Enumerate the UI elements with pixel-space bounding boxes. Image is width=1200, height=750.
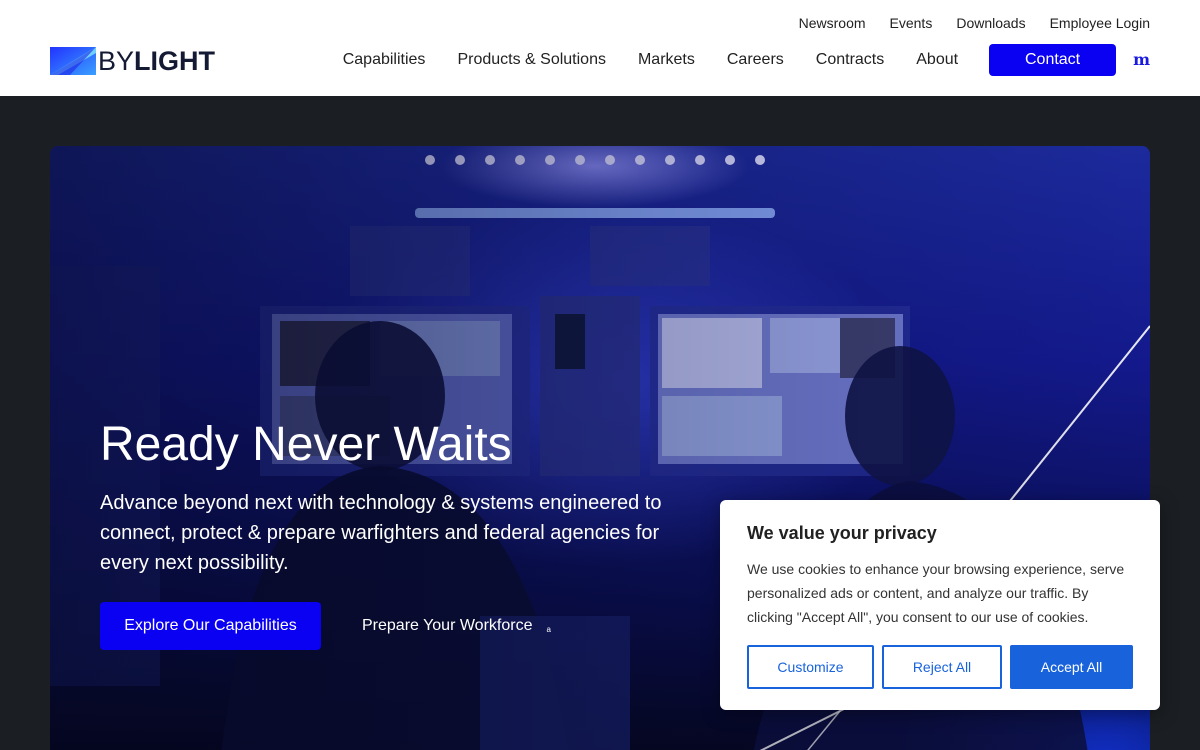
nav-item-about[interactable]: About bbox=[916, 44, 958, 76]
reject-all-button[interactable]: Reject All bbox=[882, 645, 1002, 689]
cookie-consent-dialog: We value your privacy We use cookies to … bbox=[720, 500, 1160, 710]
nav-item-products-solutions[interactable]: Products & Solutions bbox=[457, 44, 606, 76]
logo-light-text: LIGHT bbox=[134, 46, 216, 76]
utility-link-employee-login[interactable]: Employee Login bbox=[1050, 14, 1150, 32]
bylight-logo-mark-icon bbox=[50, 47, 96, 75]
utility-nav: Newsroom Events Downloads Employee Login bbox=[799, 14, 1150, 32]
contact-button[interactable]: Contact bbox=[989, 44, 1117, 76]
cookie-body-text: We use cookies to enhance your browsing … bbox=[747, 561, 1125, 625]
bylight-logo[interactable]: BYLIGHT bbox=[50, 47, 215, 75]
prepare-workforce-link[interactable]: Prepare Your Workforce a bbox=[362, 602, 551, 650]
prepare-workforce-label: Prepare Your Workforce bbox=[362, 617, 533, 634]
menu-icon[interactable]: m bbox=[1133, 44, 1150, 76]
nav-item-capabilities[interactable]: Capabilities bbox=[343, 44, 426, 76]
customize-button[interactable]: Customize bbox=[747, 645, 874, 689]
utility-link-events[interactable]: Events bbox=[890, 14, 933, 32]
hero-subtitle: Advance beyond next with technology & sy… bbox=[100, 492, 662, 574]
logo-by-text: BY bbox=[98, 46, 135, 76]
utility-link-downloads[interactable]: Downloads bbox=[956, 14, 1025, 32]
hero-title: Ready Never Waits bbox=[100, 418, 512, 471]
site-header: BYLIGHT Newsroom Events Downloads Employ… bbox=[0, 0, 1200, 96]
utility-link-newsroom[interactable]: Newsroom bbox=[799, 14, 866, 32]
accept-all-button[interactable]: Accept All bbox=[1010, 645, 1133, 689]
cookie-title: We value your privacy bbox=[747, 523, 937, 543]
cookie-button-row: Customize Reject All Accept All bbox=[747, 645, 1133, 689]
nav-item-markets[interactable]: Markets bbox=[638, 44, 695, 76]
explore-capabilities-button[interactable]: Explore Our Capabilities bbox=[100, 602, 321, 650]
main-nav: Capabilities Products & Solutions Market… bbox=[311, 44, 1150, 76]
arrow-right-icon: a bbox=[546, 624, 551, 634]
nav-item-careers[interactable]: Careers bbox=[727, 44, 784, 76]
nav-item-contracts[interactable]: Contracts bbox=[816, 44, 884, 76]
